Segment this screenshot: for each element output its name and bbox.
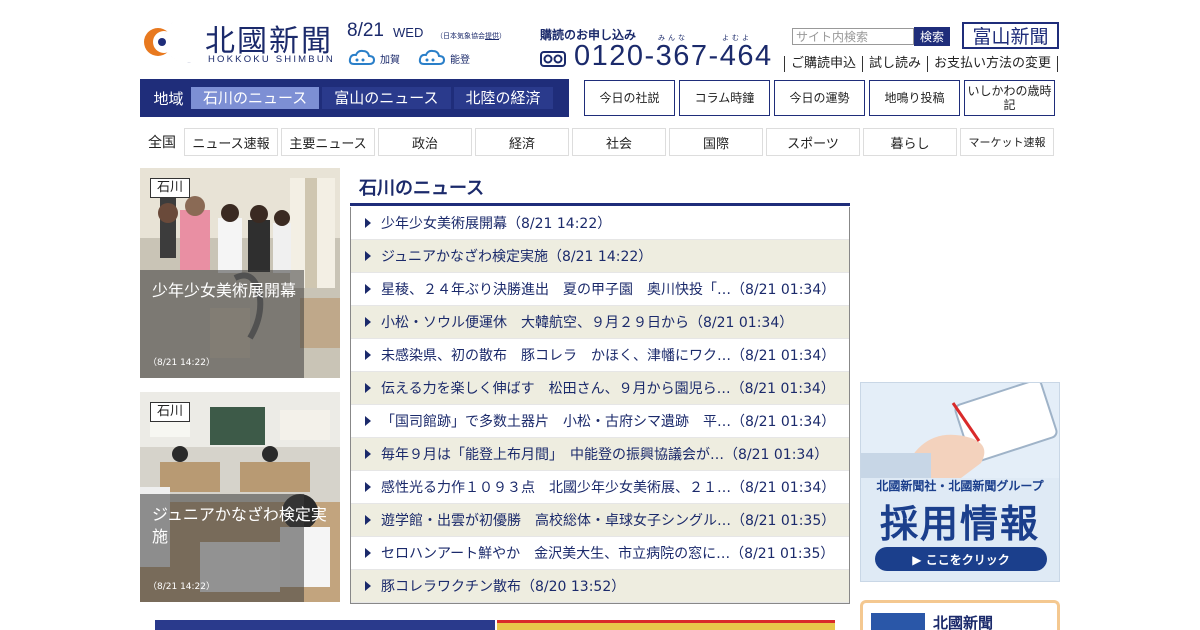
photo-card-kanazawa-exam[interactable]: 石川 ジュニアかなざわ検定実施 （8/21 14:22）	[140, 392, 340, 602]
news-section-header: 石川のニュース	[350, 168, 850, 206]
hokkoku-promo-card[interactable]: 北國新聞	[860, 600, 1060, 630]
service-link-trial[interactable]: 試し読み	[862, 56, 927, 72]
hand-tablet-illustration	[861, 383, 1059, 478]
region-nav-lead: 地域	[153, 89, 184, 108]
photo-card-art-exhibition[interactable]: 石川 少年少女美術展開幕 （8/21 14:22）	[140, 168, 340, 378]
photo-caption[interactable]: 少年少女美術展開幕	[152, 280, 332, 302]
rain-cloud-icon	[418, 49, 446, 65]
category-nav: 全国 ニュース速報 主要ニュース 政治 経済 社会 国際 スポーツ 暮らし マー…	[140, 128, 1057, 156]
weather-noto[interactable]: 能登	[418, 47, 470, 69]
recruit-banner[interactable]: 北國新聞社・北國新聞グループ 採用情報 ▶ ここをクリック	[860, 382, 1060, 582]
news-section-title: 石川のニュース	[359, 178, 485, 199]
category-breaking[interactable]: ニュース速報	[184, 128, 278, 156]
news-list: 少年少女美術展開幕（8/21 14:22） ジュニアかなざわ検定実施（8/21 …	[350, 207, 850, 604]
service-link-payment[interactable]: お支払い方法の変更	[927, 56, 1059, 72]
photo-timestamp: （8/21 14:22）	[148, 358, 216, 368]
arrow-right-icon	[365, 581, 371, 591]
arrow-right-icon	[365, 218, 371, 228]
service-links: ご購読申込 試し読み お支払い方法の変更	[784, 56, 1059, 72]
feature-calendar-button[interactable]: いしかわの歳時記	[964, 80, 1055, 116]
news-item[interactable]: 小松・ソウル便運休 大韓航空、９月２９日から（8/21 01:34）	[351, 306, 849, 339]
feature-buttons: 今日の社説 コラム時鐘 今日の運勢 地鳴り投稿 いしかわの歳時記	[584, 80, 1059, 116]
arrow-right-icon	[365, 515, 371, 525]
weather-credit-link[interactable]: 提供	[485, 32, 499, 40]
news-item[interactable]: 少年少女美術展開幕（8/21 14:22）	[351, 207, 849, 240]
feature-column-button[interactable]: コラム時鐘	[679, 80, 770, 116]
news-item[interactable]: 感性光る力作１０９３点 北國少年少女美術展、２１…（8/21 01:34）	[351, 471, 849, 504]
tab-hokuriku-economy[interactable]: 北陸の経済	[453, 87, 553, 109]
tab-ishikawa-news[interactable]: 石川のニュース	[191, 87, 320, 109]
news-item[interactable]: 遊学館・出雲が初優勝 高校総体・卓球女子シングル…（8/21 01:35）	[351, 504, 849, 537]
category-sports[interactable]: スポーツ	[766, 128, 860, 156]
logo-subtitle: HOKKOKU SHIMBUN	[208, 54, 335, 65]
search-button[interactable]: 検索	[914, 27, 950, 46]
rain-cloud-icon	[348, 49, 376, 65]
bottom-banner-left[interactable]	[155, 620, 495, 630]
news-item[interactable]: 未感染県、初の散布 豚コレラ かほく、津幡にワク…（8/21 01:34）	[351, 339, 849, 372]
recruit-banner-title: 採用情報	[879, 502, 1040, 546]
arrow-right-icon	[365, 350, 371, 360]
weather-credit: （日本気象協会提供）	[436, 32, 506, 40]
category-economy[interactable]: 経済	[475, 128, 569, 156]
arrow-right-icon	[365, 548, 371, 558]
bottom-banner-right[interactable]	[497, 620, 835, 630]
news-item[interactable]: セロハンアート鮮やか 金沢美大生、市立病院の窓に…（8/21 01:35）	[351, 537, 849, 570]
hokkoku-logo-icon[interactable]	[140, 16, 200, 64]
category-society[interactable]: 社会	[572, 128, 666, 156]
weather-kaga-label: 加賀	[380, 54, 400, 66]
news-item[interactable]: 伝える力を楽しく伸ばす 松田さん、９月から園児ら…（8/21 01:34）	[351, 372, 849, 405]
arrow-right-icon	[365, 482, 371, 492]
photo-timestamp: （8/21 14:22）	[148, 582, 216, 592]
photo-region-tag: 石川	[150, 178, 191, 198]
arrow-right-icon	[365, 416, 371, 426]
feature-editorial-button[interactable]: 今日の社説	[584, 80, 675, 116]
free-dial-icon	[540, 51, 566, 67]
category-living[interactable]: 暮らし	[863, 128, 957, 156]
service-link-subscribe[interactable]: ご購読申込	[784, 56, 862, 72]
photo-caption[interactable]: ジュニアかなざわ検定実施	[152, 504, 332, 548]
photo-region-tag: 石川	[150, 402, 191, 422]
toyama-shimbun-link[interactable]: 富山新聞	[962, 22, 1059, 49]
news-item[interactable]: 毎年９月は「能登上布月間」 中能登の振興協議会が…（8/21 01:34）	[351, 438, 849, 471]
feature-reader-post-button[interactable]: 地鳴り投稿	[869, 80, 960, 116]
recruit-banner-subtitle: 北國新聞社・北國新聞グループ	[876, 479, 1044, 493]
category-politics[interactable]: 政治	[378, 128, 472, 156]
arrow-right-icon	[365, 284, 371, 294]
subscribe-phone[interactable]: 0120-367-464	[574, 40, 773, 73]
news-item[interactable]: 豚コレラワクチン散布（8/20 13:52）	[351, 570, 849, 603]
hokkoku-card-name: 北國新聞	[933, 614, 994, 630]
feature-fortune-button[interactable]: 今日の運勢	[774, 80, 865, 116]
arrow-right-icon	[365, 251, 371, 261]
current-weekday: WED	[393, 25, 424, 40]
region-nav: 地域 石川のニュース 富山のニュース 北陸の経済	[140, 79, 569, 117]
tab-toyama-news[interactable]: 富山のニュース	[322, 87, 451, 109]
current-date: 8/21	[347, 20, 384, 41]
arrow-right-icon	[365, 317, 371, 327]
recruit-click-button[interactable]: ▶ ここをクリック	[875, 547, 1047, 571]
news-item[interactable]: 「国司館跡」で多数土器片 小松・古府シマ遺跡 平…（8/21 01:34）	[351, 405, 849, 438]
weather-kaga[interactable]: 加賀	[348, 47, 400, 69]
category-nav-lead: 全国	[148, 135, 176, 151]
news-item[interactable]: 星稜、２４年ぶり決勝進出 夏の甲子園 奥川快投「…（8/21 01:34）	[351, 273, 849, 306]
news-item[interactable]: ジュニアかなざわ検定実施（8/21 14:22）	[351, 240, 849, 273]
category-top[interactable]: 主要ニュース	[281, 128, 375, 156]
category-market[interactable]: マーケット速報	[960, 128, 1054, 156]
arrow-right-icon	[365, 383, 371, 393]
hokkoku-card-logo-icon	[871, 613, 925, 630]
arrow-right-icon	[365, 449, 371, 459]
site-search-input[interactable]	[792, 28, 914, 45]
weather-noto-label: 能登	[450, 54, 470, 66]
category-international[interactable]: 国際	[669, 128, 763, 156]
